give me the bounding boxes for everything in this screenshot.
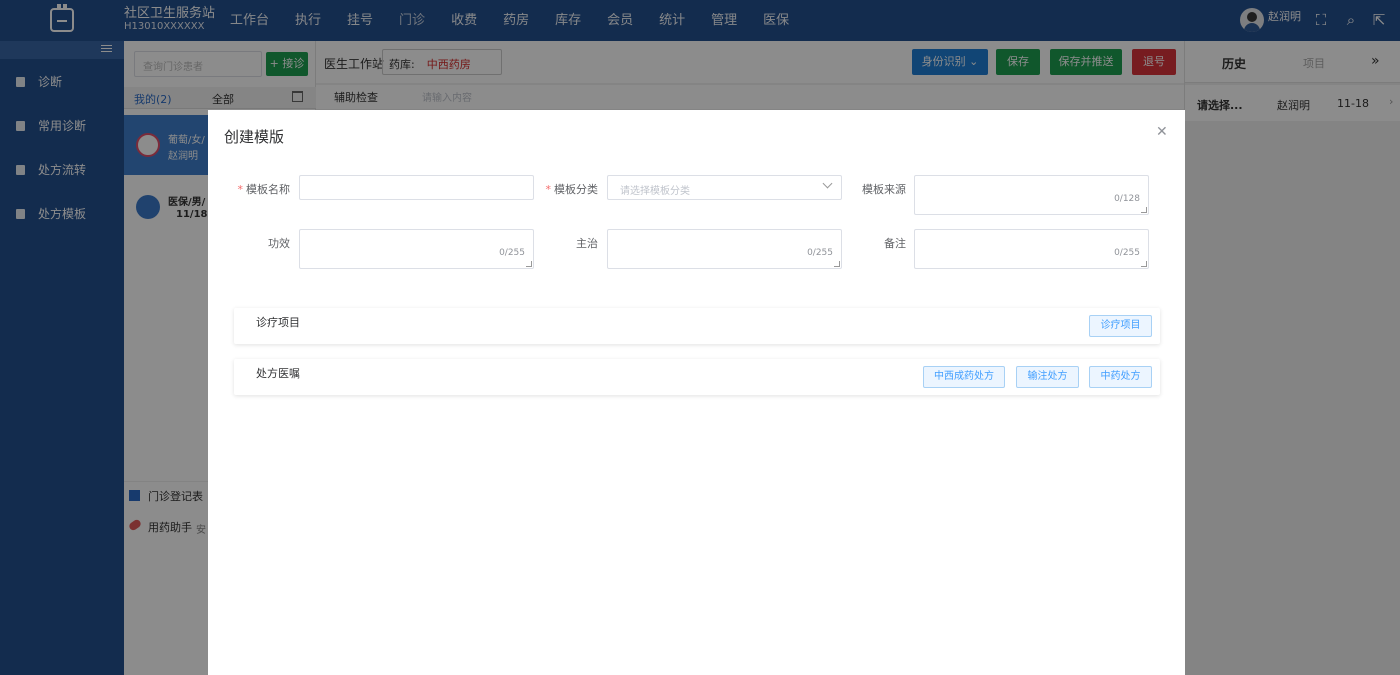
resize-handle-icon[interactable] (834, 261, 840, 267)
effect-textarea[interactable]: 0/255 (299, 229, 534, 269)
dialog-title: 创建模版 (224, 128, 285, 146)
resize-handle-icon[interactable] (526, 261, 532, 267)
close-icon[interactable]: ✕ (1156, 124, 1168, 140)
infusion-prescription-button[interactable]: 输注处方 (1016, 366, 1079, 388)
treatment-section: 诊疗项目 诊疗项目 (234, 308, 1160, 344)
effect-label: 功效 (268, 237, 290, 250)
prescription-section: 处方医嘱 中西成药处方 输注处方 中药处方 (234, 359, 1160, 395)
template-source-textarea[interactable]: 0/128 (914, 175, 1149, 215)
char-counter: 0/128 (1114, 194, 1140, 204)
add-treatment-button[interactable]: 诊疗项目 (1089, 315, 1152, 337)
western-prescription-button[interactable]: 中西成药处方 (923, 366, 1005, 388)
resize-handle-icon[interactable] (1141, 207, 1147, 213)
template-source-label: 模板来源 (862, 183, 906, 196)
indication-label: 主治 (576, 237, 598, 250)
char-counter: 0/255 (1114, 248, 1140, 258)
remark-label: 备注 (884, 237, 906, 250)
remark-textarea[interactable]: 0/255 (914, 229, 1149, 269)
treatment-section-title: 诊疗项目 (256, 316, 300, 329)
indication-textarea[interactable]: 0/255 (607, 229, 842, 269)
template-name-input[interactable] (299, 175, 534, 200)
chinese-prescription-button[interactable]: 中药处方 (1089, 366, 1152, 388)
prescription-section-title: 处方医嘱 (256, 367, 300, 380)
resize-handle-icon[interactable] (1141, 261, 1147, 267)
template-name-label: * 模板名称 (237, 183, 291, 196)
create-template-dialog: 创建模版 ✕ * 模板名称 * 模板分类 请选择模板分类 模板来源 0/128 功效… (208, 110, 1185, 675)
template-category-label: * 模板分类 (545, 183, 599, 196)
template-category-select[interactable]: 请选择模板分类 (607, 175, 842, 200)
